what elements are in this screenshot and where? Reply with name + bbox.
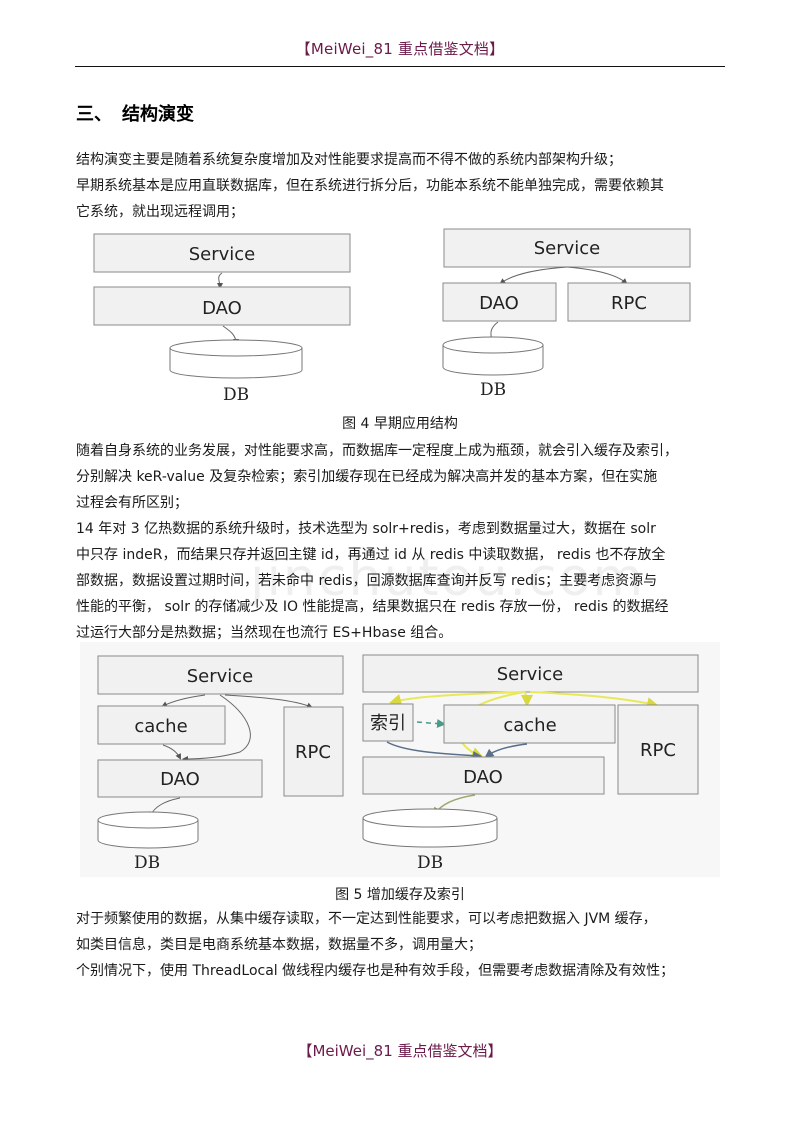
text-line: 过程会有所区别； bbox=[76, 495, 188, 511]
dao-label: DAO bbox=[479, 293, 519, 314]
figure-4-right-diagram: Service DAO RPC DB bbox=[442, 228, 691, 400]
page-footer: 【MeiWei_81 重点借鉴文档】 bbox=[297, 1042, 503, 1060]
db-label: DB bbox=[223, 385, 249, 405]
section-heading: 三、 结构演变 bbox=[76, 100, 194, 126]
service-label: Service bbox=[497, 664, 564, 685]
dao-label: DAO bbox=[202, 298, 242, 319]
service-to-cache-arrow bbox=[161, 694, 206, 707]
figure-5-caption: 图 5 增加缓存及索引 bbox=[335, 887, 465, 903]
section-number: 三、 bbox=[76, 104, 112, 125]
service-to-dao-arrow bbox=[499, 266, 568, 285]
service-to-rpc-arrow bbox=[529, 691, 659, 710]
cache-to-dao-arrow bbox=[162, 744, 181, 760]
db-label: DB bbox=[417, 853, 443, 873]
db-label: DB bbox=[480, 380, 506, 400]
jvm-paragraph: 对于频繁使用的数据，从集中缓存读取，不一定达到性能要求，可以考虑把数据入 JVM… bbox=[76, 906, 736, 984]
text-line: 如类目信息，类目是电商系统基本数据，数据量不多，调用量大； bbox=[76, 937, 482, 953]
text-line: 随着自身系统的业务发展，对性能要求高，而数据库一定程度上成为瓶颈，就会引入缓存及… bbox=[76, 443, 678, 459]
section-title: 结构演变 bbox=[122, 104, 194, 125]
text-line: 早期系统基本是应用直联数据库，但在系统进行拆分后，功能本系统不能单独完成，需要依… bbox=[76, 178, 664, 194]
dao-label: DAO bbox=[463, 767, 503, 788]
text-line: 个别情况下，使用 ThreadLocal 做线程内缓存也是种有效手段，但需要考虑… bbox=[76, 963, 675, 979]
text-line: 结构演变主要是随着系统复杂度增加及对性能要求提高而不得不做的系统内部架构升级； bbox=[76, 152, 622, 168]
cache-label: cache bbox=[134, 716, 187, 737]
service-to-rpc-arrow bbox=[566, 266, 628, 285]
index-to-dao-arrow bbox=[386, 741, 482, 761]
db-cylinder bbox=[362, 808, 498, 848]
page-header: 【MeiWei_81 重点借鉴文档】 bbox=[295, 40, 505, 58]
rpc-label: RPC bbox=[640, 740, 676, 761]
cache-index-paragraph: 随着自身系统的业务发展，对性能要求高，而数据库一定程度上成为瓶颈，就会引入缓存及… bbox=[76, 438, 736, 646]
text-line: 它系统，就出现远程调用； bbox=[76, 204, 244, 220]
header-divider bbox=[75, 66, 725, 67]
service-label: Service bbox=[187, 666, 254, 687]
db-cylinder bbox=[442, 336, 544, 376]
intro-paragraph: 结构演变主要是随着系统复杂度增加及对性能要求提高而不得不做的系统内部架构升级； … bbox=[76, 147, 736, 225]
service-label: Service bbox=[189, 244, 256, 265]
service-label: Service bbox=[534, 238, 601, 259]
service-to-rpc-arrow bbox=[224, 694, 313, 709]
service-to-dao-arrow bbox=[216, 272, 223, 289]
text-line: 分别解决 keR-value 及复杂检索；索引加缓存现在已经成为解决高并发的基本… bbox=[76, 469, 658, 485]
db-cylinder bbox=[169, 339, 303, 379]
figure-5-left-diagram: Service cache RPC DAO DB bbox=[97, 655, 344, 873]
text-line: 对于频繁使用的数据，从集中缓存读取，不一定达到性能要求，可以考虑把数据入 JVM… bbox=[76, 911, 657, 927]
rpc-label: RPC bbox=[611, 293, 647, 314]
service-to-cache-arrow bbox=[520, 691, 533, 707]
rpc-label: RPC bbox=[295, 742, 331, 763]
db-label: DB bbox=[134, 853, 160, 873]
figure-5-right-diagram: Service 索引 cache RPC DAO DB bbox=[362, 654, 699, 873]
cache-label: cache bbox=[503, 715, 556, 736]
watermark: jinchutou.com bbox=[250, 548, 646, 608]
db-cylinder bbox=[97, 811, 199, 849]
figure-4-caption: 图 4 早期应用结构 bbox=[342, 416, 458, 432]
cache-to-dao-arrow bbox=[484, 743, 528, 758]
figure-4-left-diagram: Service DAO DB bbox=[93, 233, 351, 405]
index-label: 索引 bbox=[370, 713, 406, 734]
index-to-cache-arrow bbox=[416, 719, 446, 729]
dao-label: DAO bbox=[160, 769, 200, 790]
text-line: 14 年对 3 亿热数据的系统升级时，技术选型为 solr+redis，考虑到数… bbox=[76, 521, 656, 537]
